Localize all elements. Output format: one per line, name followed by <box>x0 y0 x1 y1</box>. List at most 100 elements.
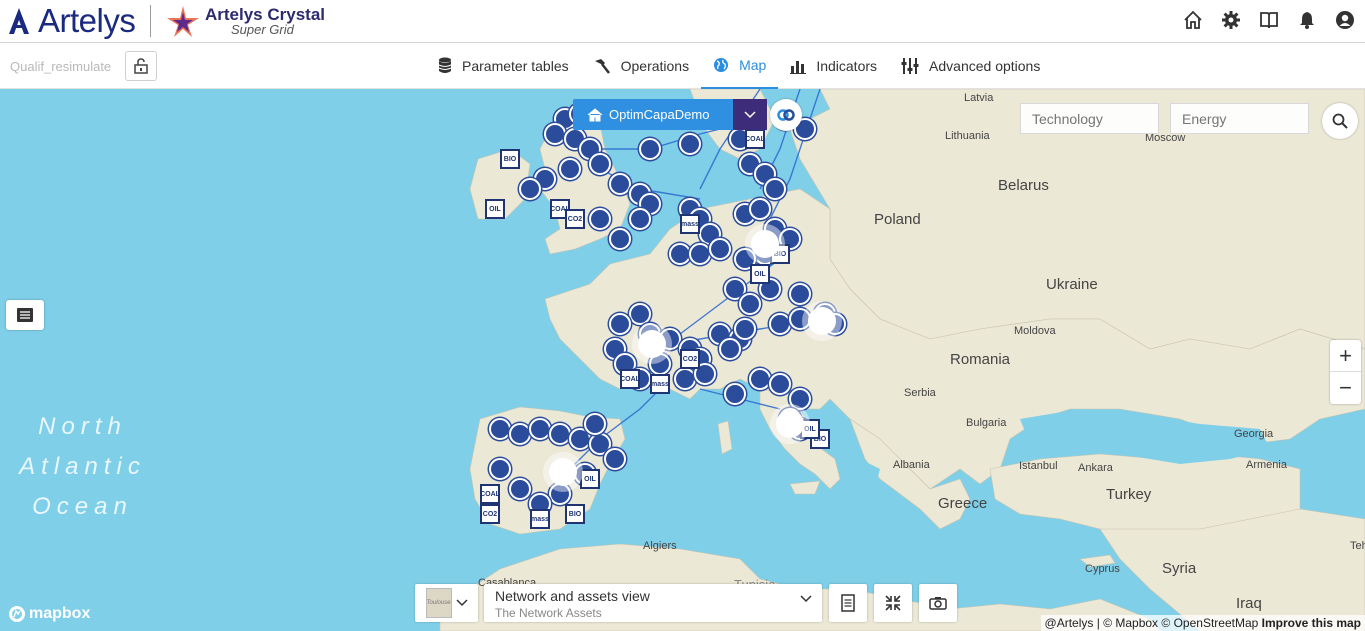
basemap-style-select[interactable]: Toulouse <box>415 584 478 622</box>
asset-marker[interactable] <box>609 313 631 335</box>
legend-toggle-button[interactable] <box>6 300 44 330</box>
attribution-improve[interactable]: Improve this map <box>1262 616 1361 630</box>
zoom-in-button[interactable]: + <box>1330 340 1361 372</box>
scenario-dropdown-toggle[interactable] <box>733 99 767 130</box>
asset-marker[interactable] <box>589 153 611 175</box>
home-icon[interactable] <box>1183 8 1203 32</box>
tab-label: Operations <box>620 58 690 74</box>
asset-marker[interactable] <box>669 243 691 265</box>
asset-marker[interactable] <box>749 198 771 220</box>
asset-marker[interactable] <box>489 418 511 440</box>
asset-tag-marker[interactable]: COAL <box>480 484 500 504</box>
asset-marker[interactable] <box>609 173 631 195</box>
screenshot-button[interactable] <box>919 584 957 622</box>
fit-bounds-button[interactable] <box>874 584 912 622</box>
report-button[interactable] <box>829 584 867 622</box>
asset-marker[interactable] <box>764 178 786 200</box>
asset-marker[interactable] <box>609 228 631 250</box>
artelys-logo[interactable]: Artelys <box>6 2 136 40</box>
asset-hub-marker[interactable] <box>808 307 836 335</box>
tab-operations[interactable]: Operations <box>581 43 701 89</box>
artelys-wordmark: Artelys <box>38 2 136 39</box>
asset-tag-marker[interactable]: COAL <box>620 369 640 389</box>
map-canvas[interactable]: BIO OIL COAL CO2 mass BIO OIL COAL CO2 mass BIO OIL… <box>0 89 1365 631</box>
asset-tag-marker[interactable]: OIL <box>580 469 600 489</box>
bell-icon[interactable] <box>1297 8 1317 32</box>
compress-icon <box>885 595 901 611</box>
asset-marker[interactable] <box>769 373 791 395</box>
asset-marker[interactable] <box>674 368 696 390</box>
asset-marker[interactable] <box>589 208 611 230</box>
asset-marker[interactable] <box>529 418 551 440</box>
asset-tag-marker[interactable]: CO2 <box>565 209 585 229</box>
map-label: Bulgaria <box>966 417 1007 429</box>
asset-marker[interactable] <box>734 318 756 340</box>
scenario-select-button[interactable]: OptimCapaDemo <box>573 99 733 130</box>
asset-tag-marker[interactable]: COAL <box>745 129 765 149</box>
asset-tag-marker[interactable]: CO2 <box>480 504 500 524</box>
asset-marker[interactable] <box>629 303 651 325</box>
asset-marker[interactable] <box>689 243 711 265</box>
ocean-label: North Atlantic Ocean <box>19 413 146 520</box>
asset-marker[interactable] <box>549 483 571 505</box>
asset-marker[interactable] <box>559 158 581 180</box>
asset-tag-marker[interactable]: mass <box>530 509 550 529</box>
asset-marker[interactable] <box>544 123 566 145</box>
asset-marker[interactable] <box>509 478 531 500</box>
asset-tag-marker[interactable]: mass <box>680 214 700 234</box>
map-search-button[interactable] <box>1322 103 1358 139</box>
asset-marker[interactable] <box>789 283 811 305</box>
asset-hub-marker[interactable] <box>549 458 577 486</box>
technology-filter-input[interactable] <box>1020 103 1159 134</box>
asset-tag-marker[interactable]: CO2 <box>680 349 700 369</box>
scenario-name[interactable]: Qualif_resimulate <box>10 59 111 74</box>
asset-marker[interactable] <box>519 178 541 200</box>
tab-map[interactable]: Map <box>701 43 779 89</box>
tab-parameter-tables[interactable]: Parameter tables <box>426 43 581 89</box>
asset-marker[interactable] <box>749 368 771 390</box>
book-icon[interactable] <box>1259 8 1279 32</box>
user-icon[interactable] <box>1335 8 1355 32</box>
asset-marker[interactable] <box>509 423 531 445</box>
asset-marker[interactable] <box>769 313 791 335</box>
tab-indicators[interactable]: Indicators <box>778 43 889 89</box>
lock-button[interactable] <box>125 51 157 81</box>
gear-icon[interactable] <box>1221 8 1241 32</box>
asset-marker[interactable] <box>679 133 701 155</box>
map-label: Ukraine <box>1046 276 1098 293</box>
asset-tag-marker[interactable]: mass <box>650 374 670 394</box>
asset-hub-marker[interactable] <box>751 230 779 258</box>
asset-hub-marker[interactable] <box>776 410 804 438</box>
asset-marker[interactable] <box>604 448 626 470</box>
attribution-artelys[interactable]: @Artelys <box>1045 616 1094 630</box>
attribution-mapbox[interactable]: © Mapbox <box>1103 616 1158 630</box>
asset-marker[interactable] <box>739 293 761 315</box>
nav-bar: Qualif_resimulate Parameter tables Opera… <box>0 43 1365 89</box>
zoom-out-button[interactable]: − <box>1330 372 1361 404</box>
asset-tag-marker[interactable]: BIO <box>565 504 585 524</box>
asset-marker[interactable] <box>489 458 511 480</box>
asset-marker[interactable] <box>639 138 661 160</box>
asset-tag-marker[interactable]: OIL <box>750 264 770 284</box>
tab-advanced-options[interactable]: Advanced options <box>889 43 1052 89</box>
asset-marker[interactable] <box>709 238 731 260</box>
asset-hub-marker[interactable] <box>638 330 666 358</box>
compare-toggle-button[interactable] <box>770 99 802 131</box>
home-icon <box>587 107 603 121</box>
asset-marker[interactable] <box>549 423 571 445</box>
view-select[interactable]: Network and assets view The Network Asse… <box>484 584 822 622</box>
map-label: Ankara <box>1078 462 1113 474</box>
asset-marker[interactable] <box>584 413 606 435</box>
asset-marker[interactable] <box>789 388 811 410</box>
attribution-osm[interactable]: © OpenStreetMap <box>1161 616 1258 630</box>
asset-marker[interactable] <box>724 383 746 405</box>
asset-marker[interactable] <box>719 338 741 360</box>
crystal-supergrid-logo[interactable]: Artelys Crystal Super Grid <box>165 2 325 40</box>
energy-filter-input[interactable] <box>1170 103 1309 134</box>
asset-tag-marker[interactable]: OIL <box>485 199 505 219</box>
chevron-down-icon <box>800 595 812 603</box>
product-subname: Super Grid <box>231 22 294 37</box>
mapbox-logo[interactable]: mapbox <box>8 605 90 623</box>
asset-marker[interactable] <box>629 208 651 230</box>
asset-tag-marker[interactable]: BIO <box>500 149 520 169</box>
